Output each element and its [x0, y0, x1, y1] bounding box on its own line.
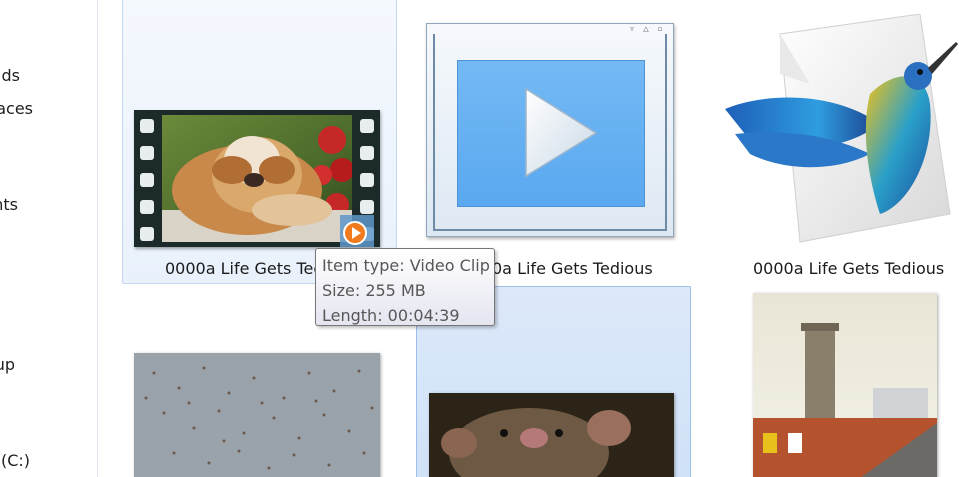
video-thumbnail-rat — [429, 393, 674, 477]
nav-item-label: ds — [1, 66, 21, 85]
nav-item-recent-places[interactable]: aces — [0, 99, 33, 121]
nav-item-documents[interactable]: nts — [0, 195, 18, 217]
minimize-icon: ▿ — [630, 25, 634, 33]
file-name-label: 0000a Life Gets Tec — [165, 259, 323, 278]
nav-item-label: nts — [0, 195, 18, 214]
video-thumbnail-birds — [134, 353, 380, 477]
nav-item-downloads[interactable]: ds — [0, 66, 21, 88]
close-icon: ▫ — [657, 25, 663, 33]
navigation-pane[interactable]: ds aces nts up (C:) — [0, 0, 98, 477]
video-thumbnail-bulldog — [162, 115, 352, 242]
explorer-window: ds aces nts up (C:) — [0, 0, 959, 477]
media-player-thumbnail: ▿ △ ▫ — [426, 23, 674, 237]
nav-item-label: up — [0, 355, 15, 374]
file-name-label: 0a Life Gets Tedious — [492, 259, 653, 278]
hummingbird-icon — [720, 14, 959, 244]
maximize-icon: △ — [643, 25, 649, 33]
file-name-label: 0000a Life Gets Tedious — [753, 259, 945, 278]
tooltip-size: Size: 255 MB — [322, 281, 426, 300]
file-info-tooltip: Item type: Video Clip Size: 255 MB Lengt… — [315, 248, 495, 326]
nav-item-local-disk[interactable]: (C:) — [0, 451, 30, 473]
play-badge-icon — [340, 215, 374, 247]
tooltip-length: Length: 00:04:39 — [322, 306, 460, 325]
tooltip-item-type: Item type: Video Clip — [322, 256, 490, 275]
photo-thumbnail-building — [753, 293, 937, 477]
nav-item-label: (C:) — [0, 451, 30, 470]
play-triangle-icon — [457, 60, 645, 207]
nav-item-label: aces — [0, 99, 33, 118]
nav-item-homegroup[interactable]: up — [0, 355, 15, 377]
